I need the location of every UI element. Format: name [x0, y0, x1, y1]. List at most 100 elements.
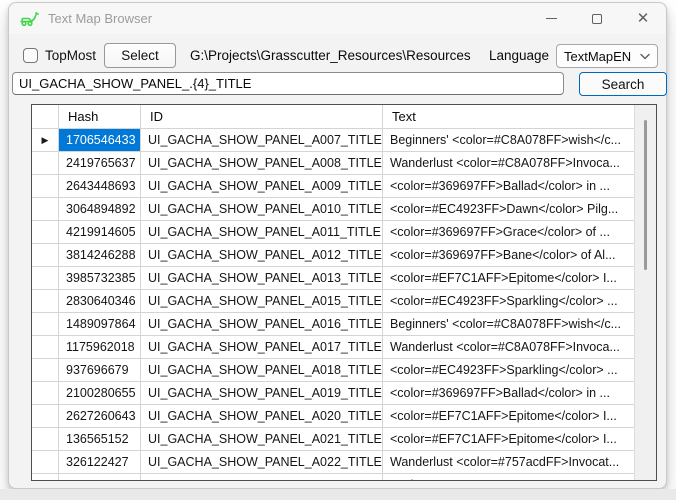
- id-cell[interactable]: UI_GACHA_SHOW_PANEL_A009_TITLE: [141, 175, 383, 197]
- text-cell[interactable]: Wanderlust <color=#C8A078FF>Invoca...: [383, 336, 634, 358]
- hash-cell[interactable]: 2830640346: [59, 290, 141, 312]
- id-cell[interactable]: UI_GACHA_SHOW_PANEL_A016_TITLE: [141, 313, 383, 335]
- id-cell[interactable]: UI_GACHA_SHOW_PANEL_A013_TITLE: [141, 267, 383, 289]
- table-row[interactable]: ▶ 3064894892 UI_GACHA_SHOW_PANEL_A010_TI…: [32, 198, 634, 221]
- current-row-arrow-icon: ▶: [42, 136, 49, 145]
- hash-cell[interactable]: 3985732385: [59, 267, 141, 289]
- id-cell[interactable]: UI_GACHA_SHOW_PANEL_A019_TITLE: [141, 382, 383, 404]
- text-cell[interactable]: <color=#EF7C1AFF>Epitome</color> I...: [383, 405, 634, 427]
- text-cell[interactable]: <color=#EC4923FF>Sparkling</color> ...: [383, 290, 634, 312]
- table-row[interactable]: ▶ 4219914605 UI_GACHA_SHOW_PANEL_A011_TI…: [32, 221, 634, 244]
- row-selector-cell[interactable]: ▶: [32, 451, 59, 473]
- id-cell[interactable]: UI_GACHA_SHOW_PANEL_A007_TITLE: [141, 129, 383, 151]
- hash-cell[interactable]: 3814246288: [59, 244, 141, 266]
- id-cell[interactable]: UI_GACHA_SHOW_PANEL_A010_TITLE: [141, 198, 383, 220]
- hash-cell[interactable]: 2627260643: [59, 405, 141, 427]
- hash-cell[interactable]: [59, 474, 141, 481]
- row-selector-cell[interactable]: ▶: [32, 428, 59, 450]
- table-row[interactable]: ▶ 1489097864 UI_GACHA_SHOW_PANEL_A016_TI…: [32, 313, 634, 336]
- table-row[interactable]: ▶ 2830640346 UI_GACHA_SHOW_PANEL_A015_TI…: [32, 290, 634, 313]
- row-selector-cell[interactable]: ▶: [32, 474, 59, 481]
- id-cell[interactable]: UI_GACHA_SHOW_PANEL_A015_TITLE: [141, 290, 383, 312]
- language-label: Language: [489, 48, 549, 63]
- window-title: Text Map Browser: [48, 11, 152, 26]
- text-cell[interactable]: <color=#369697FF>Grace</color> of ...: [383, 221, 634, 243]
- hash-cell[interactable]: 1706546433: [59, 129, 141, 151]
- topmost-checkbox[interactable]: [23, 48, 38, 63]
- row-selector-cell[interactable]: ▶: [32, 336, 59, 358]
- text-cell[interactable]: Wanderlust <color=#C8A078FF>Invoca...: [383, 152, 634, 174]
- hash-cell[interactable]: 1175962018: [59, 336, 141, 358]
- text-cell[interactable]: <color=#369697FF>Ballad</color> in ...: [383, 175, 634, 197]
- row-selector-cell[interactable]: ▶: [32, 290, 59, 312]
- text-cell[interactable]: Beginners' <color=#C8A078FF>wish</c...: [383, 129, 634, 151]
- text-cell[interactable]: <color=#EC4923FF>Sparkling</color> ...: [383, 359, 634, 381]
- row-selector-cell[interactable]: ▶: [32, 129, 59, 151]
- id-cell[interactable]: UI_GACHA_SHOW_PANEL_A011_TITLE: [141, 221, 383, 243]
- row-selector-cell[interactable]: ▶: [32, 359, 59, 381]
- text-cell[interactable]: Beginners' <color=#C8A078FF>wish</c...: [383, 313, 634, 335]
- text-cell[interactable]: <color=#369697FF>Bane</color> of Al...: [383, 244, 634, 266]
- header-text[interactable]: Text: [383, 105, 634, 128]
- table-row[interactable]: ▶ 326122427 UI_GACHA_SHOW_PANEL_A022_TIT…: [32, 451, 634, 474]
- table-row[interactable]: ▶ 136565152 UI_GACHA_SHOW_PANEL_A021_TIT…: [32, 428, 634, 451]
- row-selector-cell[interactable]: ▶: [32, 405, 59, 427]
- vertical-scrollbar[interactable]: [634, 105, 656, 480]
- table-row[interactable]: ▶ 1175962018 UI_GACHA_SHOW_PANEL_A017_TI…: [32, 336, 634, 359]
- hash-cell[interactable]: 2100280655: [59, 382, 141, 404]
- maximize-button[interactable]: [574, 3, 620, 34]
- row-selector-cell[interactable]: ▶: [32, 382, 59, 404]
- text-cell[interactable]: <color=#369697FF>: [383, 474, 634, 481]
- language-combobox[interactable]: TextMapEN: [556, 44, 658, 68]
- hash-cell[interactable]: 937696679: [59, 359, 141, 381]
- hash-cell[interactable]: 2643448693: [59, 175, 141, 197]
- table-row[interactable]: ▶ 2627260643 UI_GACHA_SHOW_PANEL_A020_TI…: [32, 405, 634, 428]
- id-cell[interactable]: UI_GACHA_SHOW_PANEL_A020_TITLE: [141, 405, 383, 427]
- header-hash[interactable]: Hash: [59, 105, 141, 128]
- text-cell[interactable]: <color=#EF7C1AFF>Epitome</color> I...: [383, 267, 634, 289]
- chevron-down-icon: [640, 53, 650, 60]
- table-row[interactable]: ▶ 2643448693 UI_GACHA_SHOW_PANEL_A009_TI…: [32, 175, 634, 198]
- text-cell[interactable]: <color=#EC4923FF>Dawn</color> Pilg...: [383, 198, 634, 220]
- row-selector-cell[interactable]: ▶: [32, 221, 59, 243]
- text-cell[interactable]: Wanderlust <color=#757acdFF>Invocat...: [383, 451, 634, 473]
- id-cell[interactable]: UI_GACHA_SHOW_PANEL_A022_TITLE: [141, 451, 383, 473]
- table-row[interactable]: ▶ 2100280655 UI_GACHA_SHOW_PANEL_A019_TI…: [32, 382, 634, 405]
- table-row[interactable]: ▶ 3985732385 UI_GACHA_SHOW_PANEL_A013_TI…: [32, 267, 634, 290]
- table-row[interactable]: ▶ 3814246288 UI_GACHA_SHOW_PANEL_A012_TI…: [32, 244, 634, 267]
- row-selector-cell[interactable]: ▶: [32, 244, 59, 266]
- hash-cell[interactable]: 2419765637: [59, 152, 141, 174]
- row-selector-cell[interactable]: ▶: [32, 152, 59, 174]
- select-button[interactable]: Select: [104, 43, 176, 68]
- minimize-button[interactable]: [528, 3, 574, 34]
- search-button[interactable]: Search: [579, 72, 667, 96]
- id-cell[interactable]: UI_GACHA_SHOW_PANEL_A008_TITLE: [141, 152, 383, 174]
- search-input[interactable]: [12, 72, 564, 95]
- scrollbar-thumb[interactable]: [644, 120, 647, 270]
- header-row-selector[interactable]: [32, 105, 59, 128]
- text-cell[interactable]: <color=#EF7C1AFF>Epitome</color> I...: [383, 428, 634, 450]
- hash-cell[interactable]: 4219914605: [59, 221, 141, 243]
- close-button[interactable]: ✕: [620, 3, 666, 34]
- hash-cell[interactable]: 136565152: [59, 428, 141, 450]
- title-bar[interactable]: Text Map Browser ✕: [9, 3, 666, 34]
- hash-cell[interactable]: 1489097864: [59, 313, 141, 335]
- table-row[interactable]: ▶ 2419765637 UI_GACHA_SHOW_PANEL_A008_TI…: [32, 152, 634, 175]
- id-cell[interactable]: UI_GACHA_SHOW_PANEL_A021_TITLE: [141, 428, 383, 450]
- row-selector-cell[interactable]: ▶: [32, 267, 59, 289]
- row-selector-cell[interactable]: ▶: [32, 313, 59, 335]
- hash-cell[interactable]: 3064894892: [59, 198, 141, 220]
- row-selector-cell[interactable]: ▶: [32, 175, 59, 197]
- id-cell[interactable]: [141, 474, 383, 481]
- table-row[interactable]: ▶ 1706546433 UI_GACHA_SHOW_PANEL_A007_TI…: [32, 129, 634, 152]
- id-cell[interactable]: UI_GACHA_SHOW_PANEL_A012_TITLE: [141, 244, 383, 266]
- hash-cell[interactable]: 326122427: [59, 451, 141, 473]
- header-id[interactable]: ID: [141, 105, 383, 128]
- row-selector-cell[interactable]: ▶: [32, 198, 59, 220]
- table-row[interactable]: ▶ <color=#369697FF>: [32, 474, 634, 481]
- id-cell[interactable]: UI_GACHA_SHOW_PANEL_A017_TITLE: [141, 336, 383, 358]
- minimize-icon: [546, 18, 557, 19]
- table-row[interactable]: ▶ 937696679 UI_GACHA_SHOW_PANEL_A018_TIT…: [32, 359, 634, 382]
- text-cell[interactable]: <color=#369697FF>Ballad</color> in ...: [383, 382, 634, 404]
- id-cell[interactable]: UI_GACHA_SHOW_PANEL_A018_TITLE: [141, 359, 383, 381]
